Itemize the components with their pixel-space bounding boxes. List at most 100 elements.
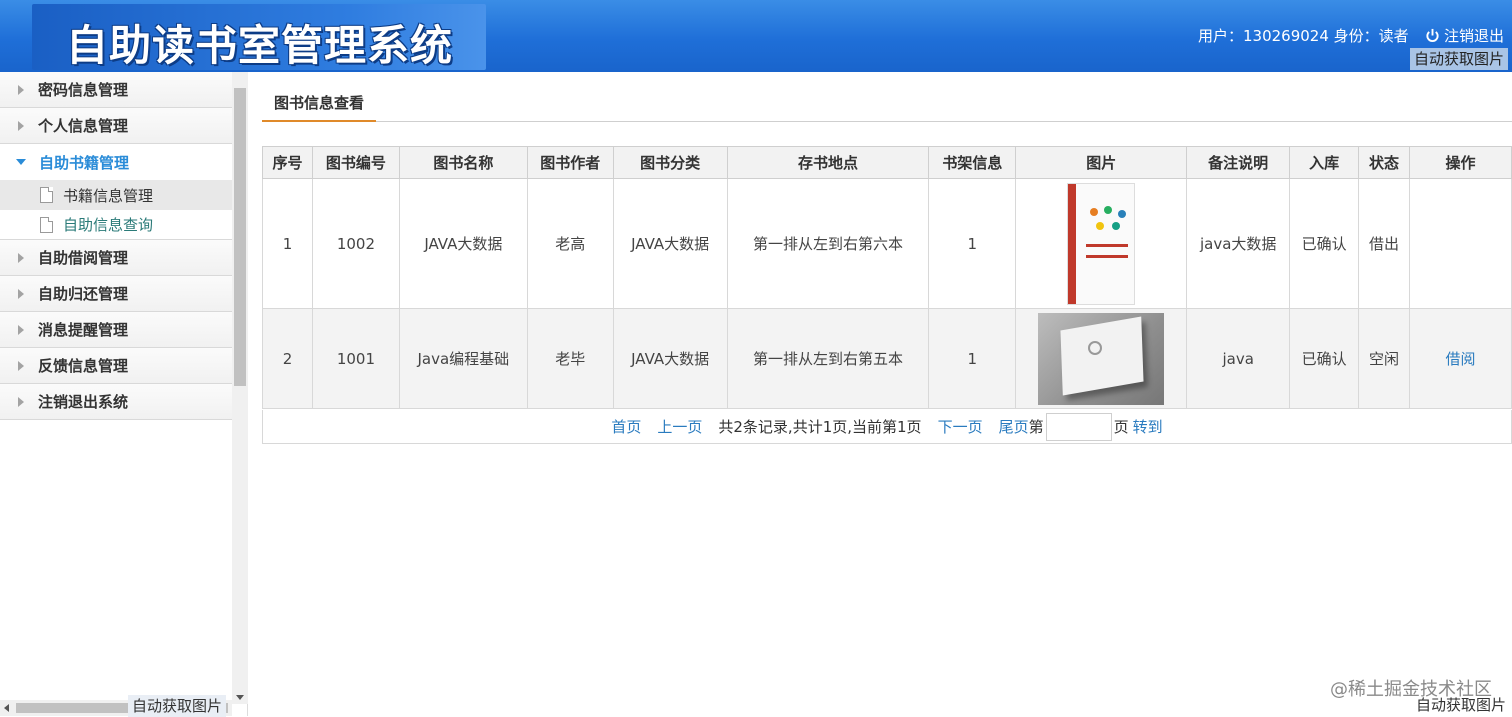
- sidebar-item-password[interactable]: 密码信息管理: [0, 72, 232, 108]
- cell-location: 第一排从左到右第六本: [726, 178, 930, 309]
- cell-stock: 已确认: [1289, 308, 1360, 409]
- caret-down-icon: [16, 159, 26, 165]
- column-header: 图书名称: [398, 146, 528, 179]
- auto-image-tag: 自动获取图片: [1416, 696, 1507, 714]
- cell-stock: 已确认: [1289, 178, 1360, 309]
- cell-code: 1002: [311, 178, 400, 309]
- cell-no: 2: [262, 308, 313, 409]
- sidebar-item-label: 自助书籍管理: [39, 153, 130, 172]
- column-header: 操作: [1409, 146, 1512, 179]
- cell-author: 老高: [526, 178, 614, 309]
- top-header: 自助读书室管理系统 用户：130269024 身份：读者 注销退出 自动获取图片: [0, 0, 1512, 72]
- column-header: 备注说明: [1186, 146, 1291, 179]
- cell-image: [1015, 178, 1188, 309]
- cell-code: 1001: [311, 308, 400, 409]
- sidebar-item-label: 反馈信息管理: [38, 357, 129, 375]
- first-page-link[interactable]: 首页: [611, 416, 641, 437]
- sidebar-item-borrow[interactable]: 自助借阅管理: [0, 240, 232, 276]
- sidebar-item-label: 消息提醒管理: [38, 321, 129, 339]
- last-page-link[interactable]: 尾页: [999, 416, 1029, 437]
- cell-action: [1409, 178, 1512, 309]
- cell-note: java: [1186, 308, 1291, 409]
- sidebar-item-messages[interactable]: 消息提醒管理: [0, 312, 232, 348]
- borrow-link[interactable]: 借阅: [1446, 350, 1476, 368]
- prev-page-link[interactable]: 上一页: [657, 416, 702, 437]
- auto-image-tag: 自动获取图片: [1410, 48, 1509, 70]
- book-table: 序号 图书编号 图书名称 图书作者 图书分类 存书地点 书架信息 图片 备注说明…: [262, 146, 1512, 409]
- column-header: 状态: [1358, 146, 1411, 179]
- cell-author: 老毕: [526, 308, 614, 409]
- sidebar-item-personal[interactable]: 个人信息管理: [0, 108, 232, 144]
- page-prefix: 第: [1028, 418, 1044, 436]
- pagination-bar: 首页 上一页 共2条记录,共计1页,当前第1页 下一页 尾页 第 页 转到: [262, 410, 1512, 444]
- cell-category: JAVA大数据: [612, 308, 728, 409]
- column-header: 书架信息: [928, 146, 1017, 179]
- pager-summary: 共2条记录,共计1页,当前第1页: [718, 418, 922, 436]
- cell-name: Java编程基础: [398, 308, 528, 409]
- sidebar-item-feedback[interactable]: 反馈信息管理: [0, 348, 232, 384]
- cell-action: 借阅: [1409, 308, 1512, 409]
- sidebar-vertical-scrollbar[interactable]: [232, 72, 248, 704]
- tab-bar: 图书信息查看: [262, 88, 1512, 122]
- caret-right-icon: [18, 84, 24, 95]
- document-icon: [40, 216, 53, 233]
- cell-note: java大数据: [1186, 178, 1291, 309]
- sidebar-subitem-label: 自助信息查询: [63, 216, 154, 234]
- sidebar-subitem-label: 书籍信息管理: [63, 186, 154, 205]
- cell-no: 1: [262, 178, 313, 309]
- app-title: 自助读书室管理系统: [66, 21, 454, 70]
- logout-label: 注销退出: [1444, 27, 1505, 45]
- caret-right-icon: [18, 396, 24, 407]
- sidebar-item-label: 自助借阅管理: [38, 249, 129, 267]
- scroll-down-icon[interactable]: [236, 695, 244, 700]
- power-icon: [1425, 28, 1440, 43]
- auto-image-tag: 自动获取图片: [128, 695, 227, 717]
- cell-category: JAVA大数据: [612, 178, 728, 309]
- sidebar-item-return[interactable]: 自助归还管理: [0, 276, 232, 312]
- column-header: 图书作者: [526, 146, 614, 179]
- caret-right-icon: [18, 324, 24, 335]
- table-row: 1 1002 JAVA大数据 老高 JAVA大数据 第一排从左到右第六本 1 j…: [262, 178, 1512, 309]
- go-page-button[interactable]: 转到: [1133, 416, 1163, 437]
- cell-name: JAVA大数据: [398, 178, 528, 309]
- sidebar-item-label: 密码信息管理: [38, 81, 129, 99]
- sidebar-item-logout[interactable]: 注销退出系统: [0, 384, 232, 420]
- table-header-row: 序号 图书编号 图书名称 图书作者 图书分类 存书地点 书架信息 图片 备注说明…: [262, 146, 1512, 179]
- sidebar-menu: 密码信息管理 个人信息管理 自助书籍管理 书籍信息管理 自助信息查询 自助借阅管…: [0, 72, 232, 420]
- cell-status: 借出: [1358, 178, 1411, 309]
- column-header: 图书分类: [612, 146, 728, 179]
- next-page-link[interactable]: 下一页: [938, 416, 983, 437]
- column-header: 序号: [262, 146, 313, 179]
- caret-right-icon: [18, 360, 24, 371]
- column-header: 存书地点: [726, 146, 930, 179]
- logout-button[interactable]: 注销退出: [1425, 25, 1504, 46]
- sidebar-subitem-book-info[interactable]: 书籍信息管理: [0, 180, 232, 210]
- cell-location: 第一排从左到右第五本: [726, 308, 930, 409]
- page-number-input[interactable]: [1045, 412, 1112, 441]
- cell-shelf: 1: [928, 178, 1017, 309]
- scrollbar-thumb[interactable]: [234, 88, 246, 386]
- caret-right-icon: [18, 252, 24, 263]
- sidebar-item-label: 个人信息管理: [38, 117, 129, 135]
- user-info: 用户：130269024 身份：读者: [1198, 27, 1409, 45]
- caret-right-icon: [18, 288, 24, 299]
- scroll-left-icon[interactable]: [4, 704, 9, 712]
- caret-right-icon: [18, 120, 24, 131]
- cell-shelf: 1: [928, 308, 1017, 409]
- cell-status: 空闲: [1358, 308, 1411, 409]
- column-header: 入库: [1289, 146, 1360, 179]
- cell-image: [1015, 308, 1188, 409]
- sidebar-item-label: 注销退出系统: [38, 393, 129, 411]
- sidebar: 密码信息管理 个人信息管理 自助书籍管理 书籍信息管理 自助信息查询 自助借阅管…: [0, 72, 248, 716]
- document-icon: [40, 187, 53, 203]
- book-cover-image: [1067, 182, 1136, 305]
- sidebar-subitem-query[interactable]: 自助信息查询: [0, 210, 232, 240]
- sidebar-item-books[interactable]: 自助书籍管理: [0, 144, 232, 180]
- table-row: 2 1001 Java编程基础 老毕 JAVA大数据 第一排从左到右第五本 1 …: [262, 308, 1512, 409]
- tab-book-info[interactable]: 图书信息查看: [262, 88, 377, 122]
- page-suffix: 页: [1113, 418, 1129, 436]
- column-header: 图书编号: [311, 146, 400, 179]
- book-cover-image: [1038, 312, 1165, 405]
- sidebar-item-label: 自助归还管理: [38, 285, 129, 303]
- column-header: 图片: [1015, 146, 1188, 179]
